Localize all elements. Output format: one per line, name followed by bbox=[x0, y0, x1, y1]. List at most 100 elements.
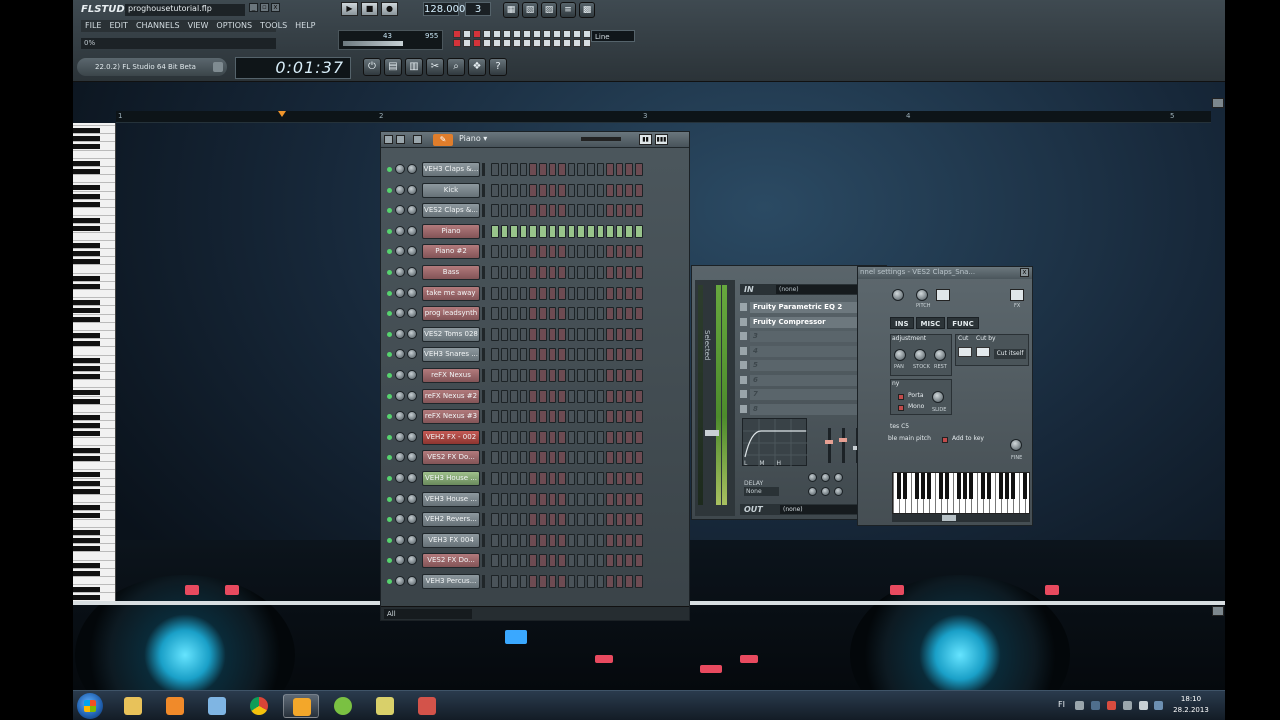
black-key[interactable] bbox=[915, 473, 919, 499]
channel-pan-knob[interactable] bbox=[395, 164, 405, 174]
keyboard-scrollbar[interactable] bbox=[892, 514, 1030, 522]
step-button[interactable] bbox=[596, 265, 605, 279]
channel-button[interactable]: VES2 Toms 028 bbox=[422, 326, 480, 342]
step-button[interactable] bbox=[519, 430, 528, 444]
step-button[interactable] bbox=[500, 204, 509, 218]
step-sequencer-icon[interactable]: ▧ bbox=[522, 2, 538, 18]
black-key[interactable] bbox=[903, 473, 907, 499]
channel-volume-knob[interactable] bbox=[407, 205, 417, 216]
step-button[interactable] bbox=[510, 410, 518, 424]
effect-slot-name[interactable]: 8 bbox=[750, 403, 860, 415]
step-button[interactable] bbox=[510, 286, 518, 300]
step-button[interactable] bbox=[634, 368, 643, 382]
step-button[interactable] bbox=[615, 204, 624, 218]
black-key[interactable] bbox=[921, 473, 925, 499]
step-button[interactable] bbox=[510, 430, 518, 444]
channel-select-indicator[interactable] bbox=[482, 533, 485, 547]
step-button[interactable] bbox=[510, 368, 518, 382]
step-button[interactable] bbox=[491, 183, 499, 197]
step-button[interactable] bbox=[586, 471, 595, 485]
step-button[interactable] bbox=[586, 492, 595, 506]
step-button[interactable] bbox=[634, 224, 643, 238]
black-key[interactable] bbox=[999, 473, 1003, 499]
step-button[interactable] bbox=[548, 430, 557, 444]
step-button[interactable] bbox=[606, 204, 614, 218]
channel-volume-knob[interactable] bbox=[407, 493, 417, 504]
step-button[interactable] bbox=[577, 533, 585, 547]
step-button[interactable] bbox=[596, 307, 605, 321]
tray-app-icon[interactable] bbox=[1091, 701, 1100, 710]
channel-volume-knob[interactable] bbox=[407, 472, 417, 483]
step-button[interactable] bbox=[634, 389, 643, 403]
stop-button[interactable]: ■ bbox=[361, 2, 378, 16]
slot-menu-icon[interactable] bbox=[740, 390, 747, 398]
slot-menu-icon[interactable] bbox=[740, 404, 747, 413]
step-button[interactable] bbox=[577, 554, 585, 568]
step-button[interactable] bbox=[548, 224, 557, 238]
pan-knob[interactable] bbox=[894, 349, 906, 361]
step-button[interactable] bbox=[596, 533, 605, 547]
mute-led-icon[interactable] bbox=[387, 228, 392, 234]
taskbar-explorer[interactable] bbox=[115, 694, 151, 718]
step-button[interactable] bbox=[577, 513, 585, 527]
step-button[interactable] bbox=[538, 389, 547, 403]
step-button[interactable] bbox=[538, 163, 547, 176]
channel-volume-knob[interactable] bbox=[407, 390, 417, 401]
step-button[interactable] bbox=[567, 245, 576, 259]
channel-button[interactable]: VEH2 FX - 002 bbox=[422, 429, 480, 445]
volume-icon[interactable] bbox=[1139, 701, 1148, 710]
step-button[interactable] bbox=[529, 307, 537, 321]
step-button[interactable] bbox=[615, 574, 624, 588]
step-button[interactable] bbox=[519, 245, 528, 259]
step-button[interactable] bbox=[491, 451, 499, 465]
step-button[interactable] bbox=[510, 389, 518, 403]
channel-select-indicator[interactable] bbox=[482, 471, 485, 485]
step-button[interactable] bbox=[548, 348, 557, 362]
eq-knob[interactable] bbox=[808, 473, 817, 482]
channel-volume-knob[interactable] bbox=[407, 225, 417, 236]
scrollbar-thumb[interactable] bbox=[942, 515, 956, 521]
step-button[interactable] bbox=[567, 492, 576, 506]
menu-tools[interactable]: TOOLS bbox=[260, 20, 287, 32]
step-button[interactable] bbox=[538, 245, 547, 259]
step-button[interactable] bbox=[567, 183, 576, 197]
mute-led-icon[interactable] bbox=[387, 393, 392, 399]
channel-select-indicator[interactable] bbox=[482, 245, 485, 259]
step-button[interactable] bbox=[529, 204, 537, 218]
step-button[interactable] bbox=[615, 513, 624, 527]
mute-led-icon[interactable] bbox=[387, 558, 392, 564]
mute-led-icon[interactable] bbox=[387, 455, 392, 461]
step-button[interactable] bbox=[519, 183, 528, 197]
step-button[interactable] bbox=[519, 533, 528, 547]
step-button[interactable] bbox=[625, 224, 633, 238]
menu-channels[interactable]: CHANNELS bbox=[136, 20, 180, 32]
black-key[interactable] bbox=[963, 473, 967, 499]
play-button[interactable]: ▶ bbox=[341, 2, 358, 16]
channel-button[interactable]: Piano #2 bbox=[422, 244, 480, 260]
step-button[interactable] bbox=[529, 286, 537, 300]
step-button[interactable] bbox=[500, 513, 509, 527]
menu-file[interactable]: FILE bbox=[85, 20, 101, 32]
channel-button[interactable]: prog leadsynth bbox=[422, 306, 480, 322]
channel-volume-knob[interactable] bbox=[407, 266, 417, 277]
black-key[interactable] bbox=[981, 473, 985, 499]
step-button[interactable] bbox=[510, 348, 518, 362]
step-button[interactable] bbox=[615, 430, 624, 444]
slot-menu-icon[interactable] bbox=[740, 375, 747, 384]
step-button[interactable] bbox=[491, 348, 499, 362]
step-button[interactable] bbox=[615, 245, 624, 259]
step-button[interactable] bbox=[529, 245, 537, 259]
step-button[interactable] bbox=[510, 533, 518, 547]
step-button[interactable] bbox=[567, 451, 576, 465]
arrow-icon[interactable] bbox=[384, 135, 393, 144]
toggle[interactable] bbox=[473, 39, 481, 47]
step-button[interactable] bbox=[529, 410, 537, 424]
toggle[interactable] bbox=[503, 30, 511, 38]
black-key[interactable] bbox=[939, 473, 943, 499]
step-button[interactable] bbox=[577, 389, 585, 403]
step-button[interactable] bbox=[529, 513, 537, 527]
step-button[interactable] bbox=[519, 327, 528, 341]
record-button[interactable]: ● bbox=[381, 2, 398, 16]
channel-select-indicator[interactable] bbox=[482, 574, 485, 588]
step-button[interactable] bbox=[625, 286, 633, 300]
